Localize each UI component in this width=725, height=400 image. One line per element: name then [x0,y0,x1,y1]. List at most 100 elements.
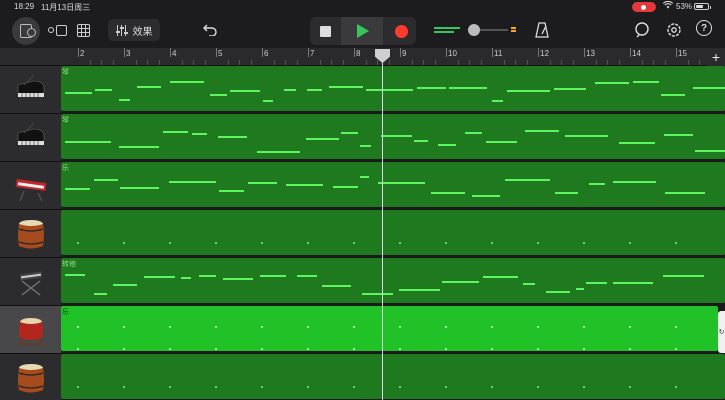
tracks-view-icon [47,27,54,33]
midi-note [555,192,578,194]
midi-note [442,281,479,283]
ruler-bar-tick [308,48,309,57]
midi-note [170,81,204,83]
track-headers [0,66,61,400]
settings-button[interactable] [664,20,684,40]
midi-note [94,179,118,181]
tracks-area[interactable]: 琴 琴 乐 转他 乐 [61,66,725,400]
drum-hit [307,386,309,388]
drum-hit [307,326,309,328]
midi-note [144,276,175,278]
ruler-bar-number: 7 [310,49,315,58]
midi-note [417,87,446,89]
drum-hit [629,242,631,244]
synth-keyboard-icon [15,178,46,201]
track-header-keyboard-stand[interactable] [0,258,61,306]
midi-region-drum-1[interactable] [61,210,725,255]
ruler-bar-number: 13 [586,49,595,58]
ruler-bar-number: 5 [218,49,223,58]
drum-hit [169,348,171,350]
midi-region-drum-2[interactable] [61,354,725,399]
drum-hit [445,386,447,388]
play-button[interactable] [341,17,383,45]
midi-note [360,145,371,147]
loop-button[interactable] [632,20,652,40]
track-header-synth[interactable] [0,162,61,210]
loop-handle-icon: ↻ [718,329,725,336]
volume-knob[interactable] [468,24,480,36]
drum-hit [353,348,355,350]
loop-icon [635,22,649,38]
drum-hit [123,386,125,388]
drum-hit [215,348,217,350]
help-button[interactable]: ? [696,20,712,36]
track-header-drum-1[interactable] [0,210,61,258]
midi-note [576,288,584,290]
midi-region-drum-selected[interactable]: 乐 [61,306,718,351]
grand-piano-icon [17,122,44,152]
stop-button[interactable] [310,17,340,45]
ruler-bar-tick [492,48,493,57]
transport-controls [310,17,416,45]
midi-note [94,293,107,295]
drum-hit [675,326,677,328]
midi-note [399,289,440,291]
midi-note [525,130,559,132]
drum-hit [675,242,677,244]
midi-note [248,182,277,184]
drum-hit [491,326,493,328]
midi-note [438,144,456,146]
midi-note [119,99,130,101]
midi-note [284,89,296,91]
record-icon [394,24,408,38]
midi-note [695,150,725,152]
track-header-drum-selected[interactable] [0,306,61,354]
ruler-bar-tick [676,48,677,57]
region-loop-handle[interactable]: ↻ [718,311,725,353]
undo-button[interactable] [200,20,220,40]
midi-note [565,135,608,137]
fx-button[interactable]: 效果 [108,19,160,41]
midi-note [341,132,358,134]
track-header-piano-2[interactable] [0,114,61,162]
midi-region-keyboard[interactable]: 转他 [61,258,725,303]
tracks-view-button[interactable] [46,22,68,38]
midi-region-piano-1[interactable]: 琴 [61,66,725,111]
drum-hit [399,348,401,350]
drum-hit [77,242,79,244]
midi-note [554,88,586,90]
track-header-piano-1[interactable] [0,66,61,114]
midi-note [486,141,517,143]
track-header-drum-2[interactable] [0,354,61,400]
drum-hit [675,386,677,388]
region-label: 乐 [62,309,69,316]
region-label: 琴 [62,117,69,124]
drum-hit [583,386,585,388]
drum-hit [537,242,539,244]
timeline-ruler[interactable]: 2 3 4 5 6 7 8 9 10 11 12 13 14 15 [61,48,725,66]
midi-note [431,192,465,194]
ruler-bar-number: 11 [494,49,503,58]
ruler-bar-number: 3 [126,49,131,58]
midi-note [507,90,550,92]
midi-region-piano-2[interactable]: 琴 [61,114,725,159]
screen-recording-icon[interactable] [632,2,656,12]
drum-hit [261,242,263,244]
add-section-button[interactable]: + [707,48,725,66]
taiko-drum-icon [17,363,44,392]
metronome-button[interactable] [532,19,552,41]
midi-note [492,100,503,102]
midi-region-synth[interactable]: 乐 [61,162,725,207]
grid-button[interactable] [74,21,92,39]
playhead [382,58,383,400]
stop-icon [319,25,331,37]
drum-hit [445,326,447,328]
ruler-bar-tick [538,48,539,57]
midi-note [619,142,655,144]
midi-note [378,182,425,184]
volume-slider[interactable] [468,23,508,37]
record-button[interactable] [386,17,416,45]
midi-note [223,278,253,280]
level-meter-right [510,24,516,34]
browser-button[interactable] [12,17,40,45]
